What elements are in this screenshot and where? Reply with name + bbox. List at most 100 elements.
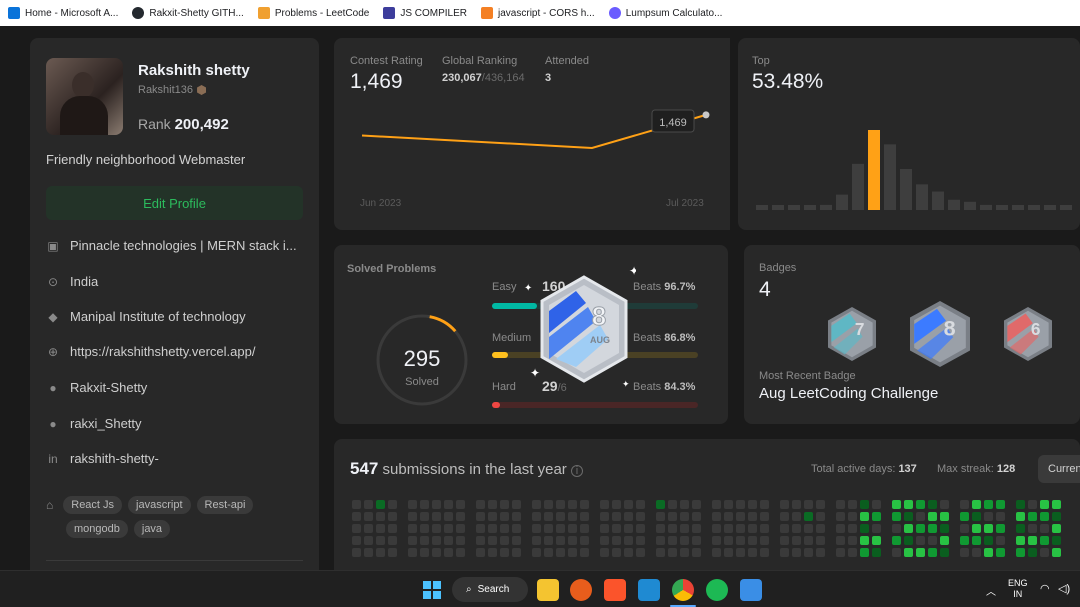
heatmap-cell[interactable]	[376, 512, 385, 521]
heatmap-cell[interactable]	[636, 524, 645, 533]
language-indicator[interactable]: ENG IN	[1008, 578, 1028, 600]
heatmap-cell[interactable]	[612, 548, 621, 557]
heatmap-cell[interactable]	[580, 500, 589, 509]
heatmap-cell[interactable]	[512, 524, 521, 533]
heatmap-cell[interactable]	[388, 524, 397, 533]
heatmap-cell[interactable]	[532, 524, 541, 533]
heatmap-cell[interactable]	[476, 512, 485, 521]
heatmap-cell[interactable]	[364, 500, 373, 509]
heatmap-cell[interactable]	[996, 536, 1005, 545]
heatmap-cell[interactable]	[408, 500, 417, 509]
heatmap-cell[interactable]	[568, 548, 577, 557]
edit-profile-button[interactable]: Edit Profile	[46, 186, 303, 220]
heatmap-cell[interactable]	[736, 548, 745, 557]
heatmap-cell[interactable]	[624, 524, 633, 533]
heatmap-cell[interactable]	[1016, 500, 1025, 509]
heatmap-cell[interactable]	[580, 548, 589, 557]
heatmap-cell[interactable]	[444, 500, 453, 509]
heatmap-cell[interactable]	[624, 548, 633, 557]
heatmap-cell[interactable]	[568, 524, 577, 533]
taskbar-search[interactable]: ⌕ Search	[452, 577, 528, 602]
heatmap-cell[interactable]	[544, 536, 553, 545]
histogram-bar[interactable]	[1012, 205, 1024, 210]
heatmap-cell[interactable]	[636, 512, 645, 521]
histogram-bar[interactable]	[820, 204, 832, 210]
histogram-bar[interactable]	[836, 194, 848, 210]
heatmap-cell[interactable]	[408, 524, 417, 533]
spotify-icon[interactable]	[706, 579, 728, 601]
heatmap-cell[interactable]	[668, 500, 677, 509]
skill-tag[interactable]: mongodb	[66, 520, 128, 538]
heatmap-cell[interactable]	[532, 512, 541, 521]
profile-info-item[interactable]: in rakshith-shetty-	[46, 451, 159, 466]
heatmap-cell[interactable]	[804, 536, 813, 545]
heatmap-cell[interactable]	[624, 512, 633, 521]
bookmark-item[interactable]: Lumpsum Calculato...	[608, 7, 722, 19]
heatmap-cell[interactable]	[1040, 536, 1049, 545]
heatmap-cell[interactable]	[904, 524, 913, 533]
skill-tag[interactable]: Rest-api	[196, 496, 254, 514]
bookmark-item[interactable]: Rakxit-Shetty GITH...	[132, 7, 244, 19]
heatmap-cell[interactable]	[544, 548, 553, 557]
badge-icon[interactable]: 7	[828, 307, 876, 361]
heatmap-cell[interactable]	[960, 524, 969, 533]
heatmap-cell[interactable]	[972, 512, 981, 521]
heatmap-cell[interactable]	[928, 524, 937, 533]
heatmap-cell[interactable]	[556, 512, 565, 521]
heatmap-cell[interactable]	[940, 512, 949, 521]
heatmap-cell[interactable]	[500, 512, 509, 521]
heatmap-cell[interactable]	[352, 536, 361, 545]
avatar[interactable]	[46, 58, 123, 135]
heatmap-cell[interactable]	[624, 536, 633, 545]
heatmap-cell[interactable]	[600, 536, 609, 545]
heatmap-cell[interactable]	[580, 524, 589, 533]
heatmap-cell[interactable]	[512, 500, 521, 509]
heatmap-cell[interactable]	[600, 512, 609, 521]
heatmap-cell[interactable]	[724, 500, 733, 509]
heatmap-cell[interactable]	[836, 500, 845, 509]
heatmap-cell[interactable]	[996, 548, 1005, 557]
heatmap-cell[interactable]	[836, 548, 845, 557]
heatmap-cell[interactable]	[984, 500, 993, 509]
heatmap-cell[interactable]	[916, 524, 925, 533]
histogram-bar[interactable]	[1028, 205, 1040, 210]
bookmark-item[interactable]: Problems - LeetCode	[257, 7, 369, 19]
heatmap-cell[interactable]	[656, 524, 665, 533]
heatmap-cell[interactable]	[432, 524, 441, 533]
rating-chart[interactable]: 1,469 Jun 2023 Jul 2023	[334, 38, 730, 230]
heatmap-cell[interactable]	[692, 536, 701, 545]
heatmap-cell[interactable]	[792, 500, 801, 509]
heatmap-cell[interactable]	[656, 500, 665, 509]
badge-icon[interactable]: 6	[1004, 307, 1052, 361]
chrome-icon[interactable]	[672, 579, 694, 601]
skill-tag[interactable]: React Js	[63, 496, 123, 514]
heatmap-cell[interactable]	[916, 500, 925, 509]
heatmap-cell[interactable]	[928, 500, 937, 509]
rating-point[interactable]	[702, 111, 710, 119]
heatmap-cell[interactable]	[512, 548, 521, 557]
histogram-bar[interactable]	[916, 184, 928, 210]
heatmap-cell[interactable]	[680, 524, 689, 533]
heatmap-cell[interactable]	[996, 512, 1005, 521]
histogram-bar[interactable]	[788, 205, 800, 210]
heatmap-cell[interactable]	[668, 548, 677, 557]
heatmap-cell[interactable]	[612, 536, 621, 545]
histogram-bar[interactable]	[948, 199, 960, 210]
heatmap-cell[interactable]	[420, 524, 429, 533]
volume-icon[interactable]: ◁)	[1058, 582, 1070, 595]
heatmap-cell[interactable]	[488, 512, 497, 521]
heatmap-cell[interactable]	[456, 512, 465, 521]
heatmap-cell[interactable]	[376, 500, 385, 509]
heatmap-cell[interactable]	[860, 524, 869, 533]
histogram-bar[interactable]	[964, 201, 976, 210]
heatmap-cell[interactable]	[364, 548, 373, 557]
heatmap-cell[interactable]	[456, 548, 465, 557]
heatmap-cell[interactable]	[408, 548, 417, 557]
heatmap-cell[interactable]	[760, 500, 769, 509]
heatmap-cell[interactable]	[940, 536, 949, 545]
heatmap-cell[interactable]	[532, 500, 541, 509]
heatmap-cell[interactable]	[748, 512, 757, 521]
rating-histogram[interactable]	[738, 38, 1080, 230]
heatmap-cell[interactable]	[1028, 536, 1037, 545]
heatmap-cell[interactable]	[600, 524, 609, 533]
